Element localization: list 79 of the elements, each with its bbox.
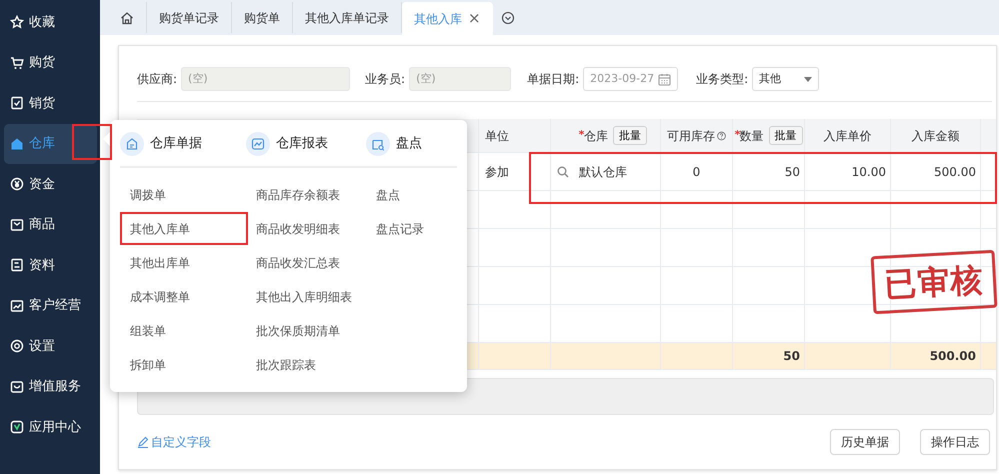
chart-icon <box>10 298 24 313</box>
star-icon <box>10 15 24 30</box>
sidebar-item[interactable]: 资料 <box>4 245 97 286</box>
document-icon <box>125 137 139 151</box>
action-button[interactable]: 操作日志 <box>920 428 990 454</box>
dropdown-icon[interactable] <box>500 11 515 25</box>
menu-item[interactable]: 组装单 <box>120 314 246 348</box>
table-cell-text: 50 <box>784 164 800 180</box>
field-label: 单据日期: <box>527 71 580 88</box>
menu-item[interactable]: 其他入库单 <box>120 212 246 246</box>
calendar-icon <box>658 72 672 86</box>
menu-group-header: 盘点 <box>366 132 466 156</box>
menu-item[interactable]: 成本调整单 <box>120 280 246 314</box>
menu-group-header: 仓库报表 <box>246 132 366 156</box>
menu-item[interactable]: 调拨单 <box>120 178 246 212</box>
column-header-label: 数量 <box>740 128 764 144</box>
sidebar-item[interactable]: 增值服务 <box>4 366 97 407</box>
menu-item[interactable]: 盘点 <box>366 178 466 212</box>
menu-item[interactable]: 其他出入库明细表 <box>246 280 366 314</box>
caret-icon <box>804 76 812 82</box>
gear-icon <box>10 339 24 354</box>
bag-icon <box>10 380 24 394</box>
inventory-search-icon <box>371 137 385 151</box>
pencil-icon <box>137 436 149 448</box>
menu-item[interactable]: 商品收发汇总表 <box>246 246 366 280</box>
home-icon <box>120 10 134 24</box>
warehouse-icon <box>10 136 24 151</box>
help-icon[interactable] <box>717 130 726 142</box>
tab[interactable]: 其他入库 × <box>402 2 493 35</box>
sidebar-item[interactable]: 收藏 <box>4 2 97 42</box>
required-mark-icon <box>734 130 740 135</box>
column-header-label: 入库单价 <box>824 128 872 144</box>
cart-icon <box>10 56 24 70</box>
table-cell-text: 参加 <box>485 164 509 180</box>
select-field[interactable]: 其他 <box>752 67 820 91</box>
menu-item[interactable]: 拆卸单 <box>120 348 246 382</box>
sidebar-item[interactable]: 购货 <box>4 42 97 83</box>
app-icon <box>10 420 24 434</box>
box-icon <box>10 218 24 232</box>
sidebar-item[interactable]: 应用中心 <box>4 407 97 448</box>
table-cell-text: 默认仓库 <box>579 164 627 180</box>
sidebar-item[interactable]: 仓库 <box>4 124 97 164</box>
menu-item[interactable]: 批次保质期清单 <box>246 314 366 348</box>
total-cell-text: 50 <box>783 348 800 365</box>
menu-item[interactable]: 盘点记录 <box>366 212 466 246</box>
line-chart-icon <box>251 137 265 151</box>
sidebar-item[interactable]: 资金 <box>4 164 97 204</box>
column-header-label: 单位 <box>485 128 509 144</box>
required-mark-icon <box>579 130 584 135</box>
close-button[interactable]: × <box>468 11 481 26</box>
field-label: 业务类型: <box>696 71 748 88</box>
menu-group-header: 仓库单据 <box>120 132 246 156</box>
document-check-icon <box>10 96 24 110</box>
table-cell-text: 10.00 <box>852 164 886 180</box>
yen-coin-icon <box>10 177 24 192</box>
sidebar-item[interactable]: 商品 <box>4 204 97 245</box>
table-cell-text: 500.00 <box>934 164 976 180</box>
column-header-label: 可用库存 <box>667 128 715 144</box>
sidebar-item[interactable]: 客户经营 <box>4 286 97 326</box>
column-header-label: 仓库 <box>584 128 608 144</box>
menu-item[interactable]: 商品收发明细表 <box>246 212 366 246</box>
action-button[interactable]: 历史单据 <box>830 428 900 454</box>
menu-item[interactable]: 其他出库单 <box>120 246 246 280</box>
field-label: 供应商: <box>137 71 178 88</box>
menu-item[interactable]: 商品库存余额表 <box>246 178 366 212</box>
sidebar-item[interactable]: 销货 <box>4 83 97 124</box>
search-icon[interactable] <box>557 166 569 178</box>
menu-item[interactable]: 批次跟踪表 <box>246 348 366 382</box>
file-icon <box>10 258 24 272</box>
total-cell-text: 500.00 <box>930 348 976 365</box>
approved-stamp: 已审核 <box>870 250 998 314</box>
batch-button[interactable]: 批量 <box>768 126 802 145</box>
sidebar-item[interactable]: 设置 <box>4 326 97 366</box>
table-cell-text: 0 <box>692 164 700 180</box>
batch-button[interactable]: 批量 <box>613 126 647 145</box>
column-header-label: 入库金额 <box>912 128 960 144</box>
field-label: 业务员: <box>365 71 406 88</box>
tab[interactable]: 购货单记录 <box>147 2 232 33</box>
tab[interactable]: 购货单 <box>232 2 293 33</box>
